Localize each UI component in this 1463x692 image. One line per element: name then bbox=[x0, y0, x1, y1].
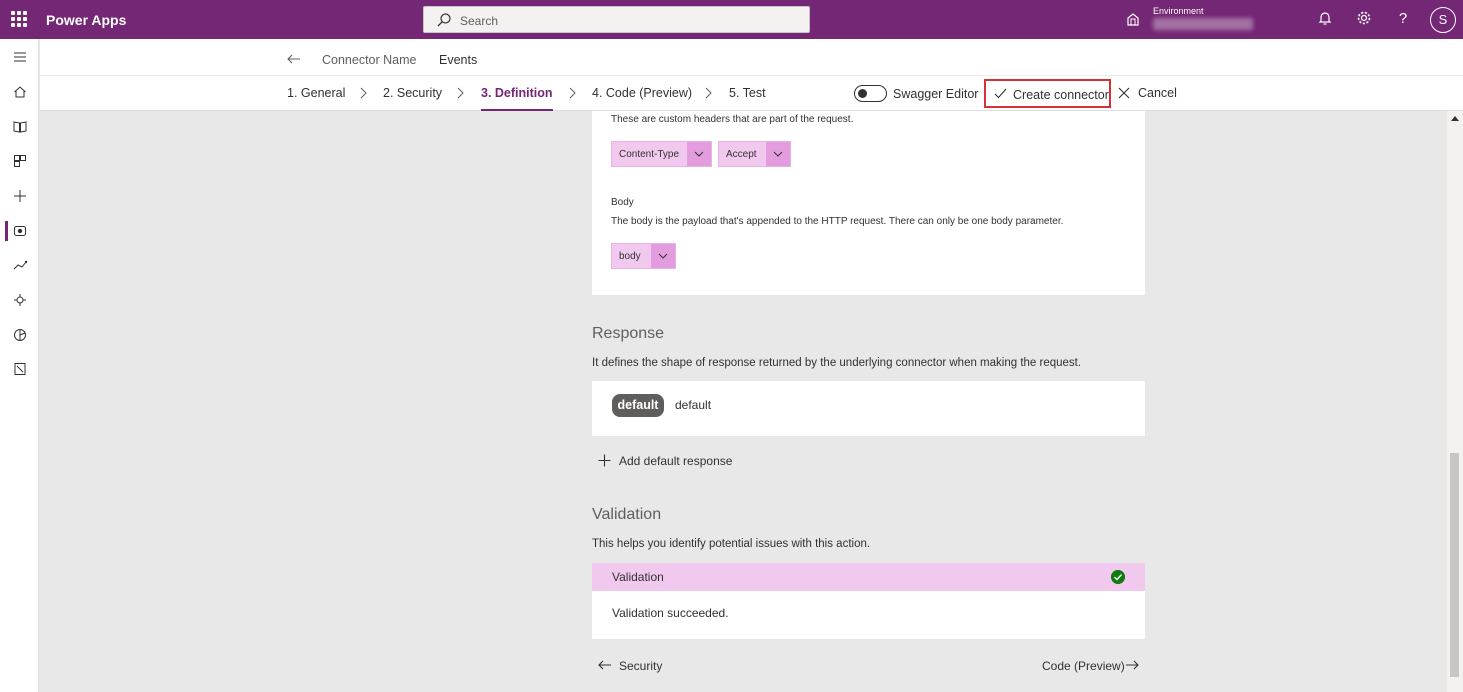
chevron-down-icon bbox=[694, 151, 704, 157]
previous-step-label: Security bbox=[619, 659, 663, 673]
search-icon bbox=[437, 13, 451, 27]
swagger-editor-label: Swagger Editor bbox=[893, 87, 979, 101]
response-description: It defines the shape of response returne… bbox=[592, 357, 1082, 369]
header-param-name: Accept bbox=[726, 149, 757, 160]
more-pages-icon[interactable] bbox=[0, 355, 39, 383]
search-box[interactable]: Search bbox=[423, 6, 810, 33]
vertical-scrollbar[interactable] bbox=[1447, 111, 1463, 692]
response-title: Response bbox=[592, 325, 665, 342]
step-code-preview[interactable]: 4. Code (Preview) bbox=[592, 86, 692, 100]
checkmark-icon bbox=[994, 88, 1007, 99]
next-step-label: Code (Preview) bbox=[1042, 659, 1125, 673]
validation-panel-title: Validation bbox=[612, 570, 664, 584]
left-nav-rail bbox=[0, 39, 39, 692]
step-security[interactable]: 2. Security bbox=[383, 86, 442, 100]
cancel-label: Cancel bbox=[1138, 86, 1177, 100]
body-description: The body is the payload that's appended … bbox=[611, 216, 1064, 227]
app-launcher-icon[interactable] bbox=[11, 11, 27, 27]
step-general[interactable]: 1. General bbox=[287, 86, 345, 100]
arrow-right-icon bbox=[1126, 660, 1139, 670]
next-step-link[interactable]: Code (Preview) bbox=[1042, 658, 1142, 674]
step-definition[interactable]: 3. Definition bbox=[481, 86, 553, 111]
user-avatar[interactable]: S bbox=[1430, 7, 1456, 33]
search-placeholder: Search bbox=[460, 14, 499, 28]
body-param-chip[interactable]: body bbox=[611, 243, 676, 269]
headers-description: These are custom headers that are part o… bbox=[611, 114, 854, 125]
chevron-right-icon bbox=[705, 87, 712, 99]
param-dropdown[interactable] bbox=[766, 142, 790, 166]
create-connector-button[interactable]: Create connector bbox=[984, 79, 1111, 108]
body-title: Body bbox=[611, 197, 634, 208]
default-response-pill[interactable]: default bbox=[612, 394, 664, 417]
chevron-down-icon bbox=[658, 253, 668, 259]
scrollbar-thumb[interactable] bbox=[1450, 453, 1459, 677]
flows-icon[interactable] bbox=[0, 251, 39, 279]
settings-gear-icon[interactable] bbox=[1355, 10, 1373, 28]
validation-result: Validation succeeded. bbox=[612, 606, 729, 620]
default-response-label: default bbox=[675, 398, 712, 412]
param-dropdown[interactable] bbox=[651, 244, 675, 268]
close-icon bbox=[1118, 87, 1130, 99]
page-title: Events bbox=[439, 53, 478, 67]
toggle-knob bbox=[858, 89, 867, 98]
param-dropdown[interactable] bbox=[687, 142, 711, 166]
add-default-response-label: Add default response bbox=[619, 454, 733, 468]
help-icon[interactable]: ? bbox=[1394, 10, 1412, 28]
apps-icon[interactable] bbox=[0, 147, 39, 175]
scroll-up-arrow-icon[interactable] bbox=[1451, 115, 1459, 123]
request-card: These are custom headers that are part o… bbox=[592, 111, 1145, 295]
environment-label: Environment bbox=[1153, 6, 1204, 16]
swagger-editor-toggle[interactable] bbox=[854, 85, 887, 102]
validation-description: This helps you identify potential issues… bbox=[592, 538, 871, 550]
learn-book-icon[interactable] bbox=[0, 113, 39, 141]
environment-name-blurred[interactable] bbox=[1153, 18, 1253, 30]
header-param-chip[interactable]: Accept bbox=[718, 141, 791, 167]
home-icon[interactable] bbox=[0, 78, 39, 106]
success-check-icon bbox=[1111, 570, 1125, 584]
chevron-right-icon bbox=[360, 87, 367, 99]
notification-bell-icon[interactable] bbox=[1316, 10, 1334, 28]
connector-header: Connector Name Events 1. General 2. Secu… bbox=[40, 39, 1463, 111]
back-arrow-icon[interactable] bbox=[286, 51, 302, 67]
environment-icon[interactable] bbox=[1125, 11, 1141, 27]
solutions-icon[interactable] bbox=[0, 321, 39, 349]
arrow-left-icon bbox=[598, 660, 611, 670]
create-connector-label: Create connector bbox=[1013, 88, 1109, 102]
create-plus-icon[interactable] bbox=[0, 182, 39, 210]
app-title[interactable]: Power Apps bbox=[46, 12, 126, 28]
header-divider bbox=[40, 75, 1463, 76]
plus-icon bbox=[598, 454, 611, 467]
hamburger-menu-icon[interactable] bbox=[0, 43, 39, 71]
validation-title: Validation bbox=[592, 506, 662, 523]
header-param-name: Content-Type bbox=[619, 149, 680, 160]
connector-name[interactable]: Connector Name bbox=[322, 53, 417, 67]
header-param-chip[interactable]: Content-Type bbox=[611, 141, 712, 167]
validation-panel-header[interactable]: Validation bbox=[592, 563, 1145, 591]
chevron-right-icon bbox=[457, 87, 464, 99]
custom-connectors-icon[interactable] bbox=[0, 217, 39, 245]
step-test[interactable]: 5. Test bbox=[729, 86, 766, 100]
ai-builder-icon[interactable] bbox=[0, 286, 39, 314]
chevron-down-icon bbox=[773, 151, 783, 157]
validation-panel-body: Validation succeeded. bbox=[592, 591, 1145, 639]
body-param-name: body bbox=[619, 251, 641, 262]
top-bar: Power Apps Search Environment ? S bbox=[0, 0, 1463, 39]
chevron-right-icon bbox=[569, 87, 576, 99]
